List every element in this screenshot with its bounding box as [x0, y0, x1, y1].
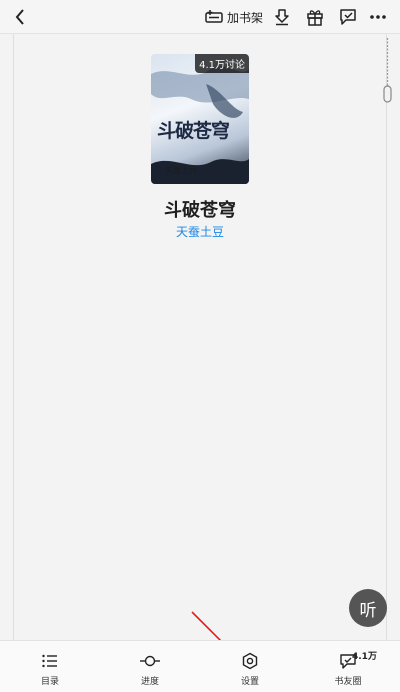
- gift-button[interactable]: [304, 6, 326, 28]
- nav-table-of-contents[interactable]: 目录: [20, 641, 80, 692]
- comment-button[interactable]: [337, 6, 359, 28]
- zipper-handle-icon: [383, 38, 392, 103]
- more-dots-icon: [370, 15, 386, 19]
- add-to-shelf-button[interactable]: 加书架: [205, 6, 263, 28]
- discussion-count-badge: 4.1万讨论: [195, 54, 249, 73]
- scroll-handle[interactable]: [383, 38, 392, 104]
- comment-check-icon: [340, 9, 356, 25]
- add-shelf-icon: [205, 10, 223, 23]
- download-button[interactable]: [271, 6, 293, 28]
- top-bar: 加书架: [0, 0, 400, 34]
- bottom-nav: 目录 进度 设置 4.1万 书友圈: [0, 640, 400, 692]
- nav-settings[interactable]: 设置: [220, 641, 280, 692]
- download-icon: [275, 9, 289, 26]
- nav-label: 目录: [40, 677, 59, 687]
- more-button[interactable]: [367, 6, 389, 28]
- page-right-edge: [386, 34, 387, 640]
- page-left-edge: [13, 34, 14, 640]
- cover-title: 斗破苍穹: [157, 120, 230, 142]
- book-circle-badge: 4.1万: [352, 652, 377, 662]
- nav-label: 设置: [240, 677, 259, 687]
- book-author-link[interactable]: 天蚕土豆: [0, 223, 400, 240]
- cover-author: 天蚕土豆: [165, 166, 197, 175]
- gift-icon: [307, 10, 323, 26]
- back-arrow-icon: [15, 9, 24, 25]
- nav-label: 书友圈: [334, 677, 362, 687]
- listen-button[interactable]: 听: [349, 589, 387, 627]
- list-icon: [42, 654, 57, 668]
- back-button[interactable]: [8, 5, 32, 29]
- add-shelf-label: 加书架: [227, 10, 264, 25]
- nav-book-circle[interactable]: 4.1万 书友圈: [318, 641, 378, 692]
- book-title: 斗破苍穹: [164, 200, 236, 221]
- book-cover[interactable]: 4.1万讨论 斗破苍穹 天蚕土豆: [151, 54, 249, 184]
- progress-icon: [140, 655, 160, 667]
- settings-icon: [242, 652, 258, 670]
- nav-label: 进度: [140, 677, 159, 687]
- nav-progress[interactable]: 进度: [120, 641, 180, 692]
